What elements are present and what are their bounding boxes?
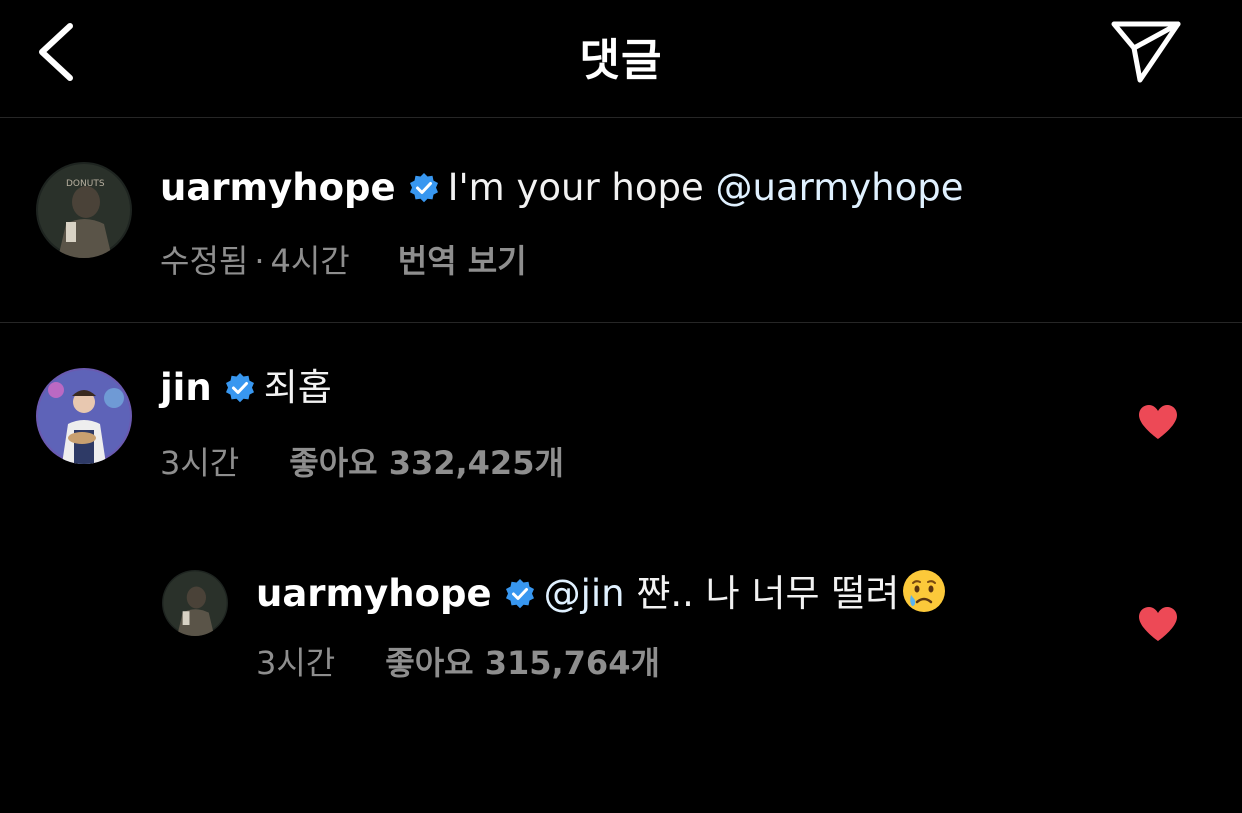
like-button[interactable] <box>1138 606 1178 642</box>
verified-badge-icon <box>408 170 440 214</box>
page-title: 댓글 <box>579 35 663 86</box>
reply-text: 쨘.. 나 너무 떨려 <box>624 572 900 615</box>
heart-icon <box>1139 405 1177 439</box>
reply-time: 3시간 <box>256 644 336 682</box>
reply-mention[interactable]: @jin <box>544 572 625 615</box>
header-bar: 댓글 <box>0 0 1242 118</box>
verified-badge-icon <box>504 576 536 620</box>
post-caption: DONUTS uarmyhope I'm your hope @uarmyhope… <box>0 118 1242 323</box>
meta-separator: · <box>254 242 265 280</box>
reply-username[interactable]: uarmyhope <box>256 572 492 615</box>
reply-likes[interactable]: 좋아요 315,764개 <box>385 644 660 682</box>
crying-face-emoji <box>901 568 947 624</box>
heart-icon <box>1139 607 1177 641</box>
like-button[interactable] <box>1138 404 1178 440</box>
caption-mention[interactable]: @uarmyhope <box>716 166 964 209</box>
comment-time: 3시간 <box>160 444 240 482</box>
edited-label: 수정됨 <box>160 242 249 280</box>
avatar[interactable] <box>36 368 132 464</box>
comment-text: 죄홉 <box>263 366 332 409</box>
svg-text:DONUTS: DONUTS <box>66 179 105 189</box>
caption-text: I'm your hope <box>447 166 716 209</box>
comment-likes[interactable]: 좋아요 332,425개 <box>289 444 564 482</box>
paper-plane-icon <box>1111 21 1181 83</box>
caption-time: 4시간 <box>270 242 350 280</box>
translate-button[interactable]: 번역 보기 <box>398 242 527 280</box>
verified-badge-icon <box>224 370 256 414</box>
comment-username[interactable]: jin <box>160 366 212 409</box>
avatar[interactable] <box>162 570 228 636</box>
share-button[interactable] <box>1108 18 1184 86</box>
caption-username[interactable]: uarmyhope <box>160 166 396 209</box>
avatar[interactable]: DONUTS <box>36 162 132 258</box>
